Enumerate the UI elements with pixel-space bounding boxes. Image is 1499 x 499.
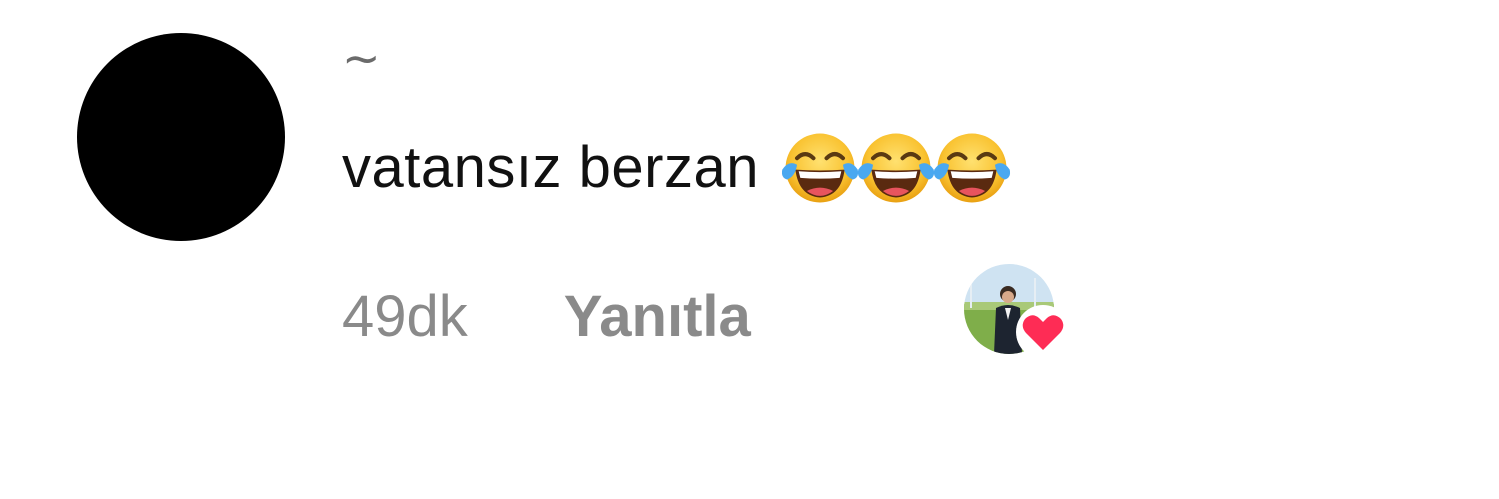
heart-icon <box>1014 304 1072 360</box>
comment-text: vatansız berzan <box>342 135 759 200</box>
face-with-tears-of-joy-icon <box>855 127 937 209</box>
face-with-tears-of-joy-icon <box>931 127 1013 209</box>
comment-body: vatansız berzan <box>342 127 1011 209</box>
avatar[interactable] <box>77 33 285 241</box>
creator-liked-indicator <box>964 264 1076 360</box>
emoji-group <box>779 127 1011 209</box>
face-with-tears-of-joy-icon <box>779 127 861 209</box>
username[interactable]: ~ <box>342 30 381 86</box>
timestamp: 49dk <box>342 284 468 349</box>
comment-meta: 49dk Yanıtla <box>342 282 751 352</box>
reply-button[interactable]: Yanıtla <box>564 282 751 352</box>
